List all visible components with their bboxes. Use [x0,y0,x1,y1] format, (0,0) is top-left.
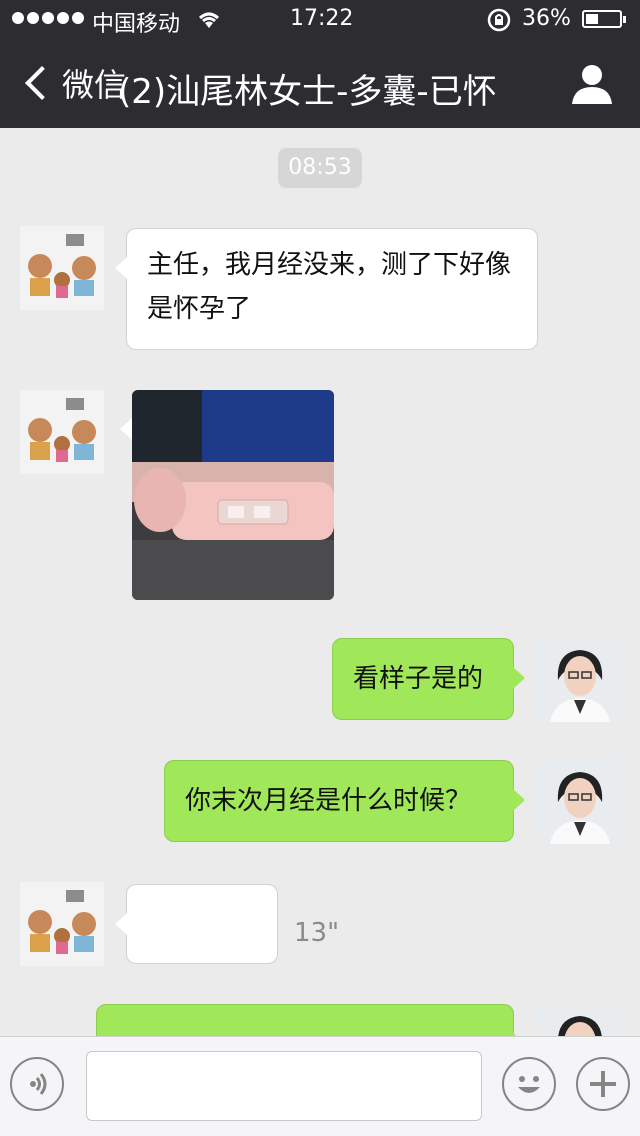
more-options-button[interactable] [576,1057,630,1111]
doctor-avatar[interactable] [538,760,622,844]
chat-title: (2)汕尾林女士-多囊-已怀 [118,72,497,112]
voice-message-bubble[interactable] [115,884,278,964]
voice-mode-button[interactable] [10,1057,64,1111]
rotation-lock-icon [487,8,511,32]
pregnancy-test-photo[interactable] [132,390,334,600]
back-button[interactable]: 微信 [18,60,126,106]
message-text: 主任，我月经没来，测了下好像是怀孕了 [147,250,512,324]
message-text: 你末次月经是什么时候？ [185,786,472,816]
status-bar: 中国移动 17:22 36% [0,0,640,40]
battery-level-fill [586,14,598,24]
carrier-name: 中国移动 [92,12,181,37]
voice-duration: 13" [294,918,340,948]
message-timestamp: 08:53 [278,148,362,188]
message-input-bar [0,1036,640,1136]
emoji-icon [518,1076,540,1093]
signal-strength-icon [12,12,84,24]
message-input[interactable] [86,1051,482,1121]
wifi-icon [199,12,219,28]
voice-mode-icon [30,1073,47,1095]
patient-avatar[interactable] [20,226,104,310]
image-message[interactable] [120,390,334,600]
message-bubble-sent[interactable]: 看样子是的 [332,638,525,720]
patient-avatar[interactable] [20,390,104,474]
emoji-button[interactable] [502,1057,556,1111]
message-bubble-received[interactable]: 主任，我月经没来，测了下好像是怀孕了 [115,228,538,350]
chat-header: 微信 (2)汕尾林女士-多囊-已怀 [0,40,640,128]
patient-avatar[interactable] [20,882,104,966]
contact-profile-icon[interactable] [570,62,614,106]
doctor-avatar[interactable] [538,1004,622,1036]
battery-icon [582,10,626,28]
chat-history[interactable]: 08:53 主任，我月经没来，测了下好像是怀孕了 看样子是的 你末次月经是什么时… [0,128,640,1036]
message-bubble-sent[interactable] [96,1004,525,1036]
status-time: 17:22 [290,6,354,31]
plus-icon [590,1071,616,1097]
back-label: 微信 [62,66,127,104]
doctor-avatar[interactable] [538,638,622,722]
message-text: 看样子是的 [353,664,484,694]
message-bubble-sent[interactable]: 你末次月经是什么时候？ [164,760,525,842]
battery-percent: 36% [522,6,571,31]
chevron-left-icon [25,66,59,100]
